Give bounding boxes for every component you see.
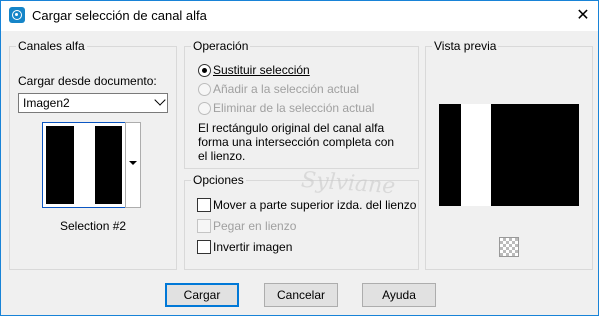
move-top-left-checkbox[interactable] [197,198,211,212]
channel-thumbnail[interactable] [42,122,126,208]
invert-image-checkbox[interactable] [197,240,211,254]
paste-to-canvas-checkbox[interactable] [197,219,211,233]
remove-selection-radio[interactable] [198,102,211,115]
close-button[interactable]: ✕ [568,1,598,31]
channel-thumbnail-white-area [74,126,95,204]
replace-selection-radio[interactable] [198,64,211,77]
preview-white-area [461,104,491,206]
dialog-window: Cargar selección de canal alfa ✕ Canales… [0,0,599,316]
add-selection-label[interactable]: Añadir a la selección actual [213,82,359,96]
load-from-document-label: Cargar desde documento: [18,74,157,88]
chevron-down-icon [154,94,166,106]
move-top-left-label[interactable]: Mover a parte superior izda. del lienzo [213,198,416,212]
invert-image-label[interactable]: Invertir imagen [213,240,292,254]
selection-caption: Selection #2 [60,219,127,233]
title-bar[interactable]: Cargar selección de canal alfa ✕ [1,1,598,31]
remove-selection-label[interactable]: Eliminar de la selección actual [213,101,374,115]
replace-selection-label[interactable]: Sustituir selección [213,63,310,77]
preview-image [439,104,579,206]
window-title: Cargar selección de canal alfa [32,8,207,23]
document-select-value: Imagen2 [23,96,70,110]
cancel-button[interactable]: Cancelar [264,283,338,307]
operation-note-line-3: el lienzo. [198,149,246,163]
operation-legend: Operación [191,39,251,53]
checkerboard-icon[interactable] [499,237,519,257]
preview-legend: Vista previa [432,39,499,53]
alpha-channels-legend: Canales alfa [16,39,87,53]
operation-note-line-2: forma una intersección completa con [198,135,395,149]
channel-thumbnail-image [46,126,122,204]
operation-note-line-1: El rectángulo original del canal alfa [198,121,385,135]
channel-dropdown-button[interactable] [125,122,141,208]
paste-to-canvas-label[interactable]: Pegar en lienzo [213,219,296,233]
load-button[interactable]: Cargar [165,283,239,307]
options-legend: Opciones [191,173,246,187]
document-select[interactable]: Imagen2 [18,93,168,113]
add-selection-radio[interactable] [198,83,211,96]
app-icon [9,7,25,23]
help-button[interactable]: Ayuda [362,283,436,307]
